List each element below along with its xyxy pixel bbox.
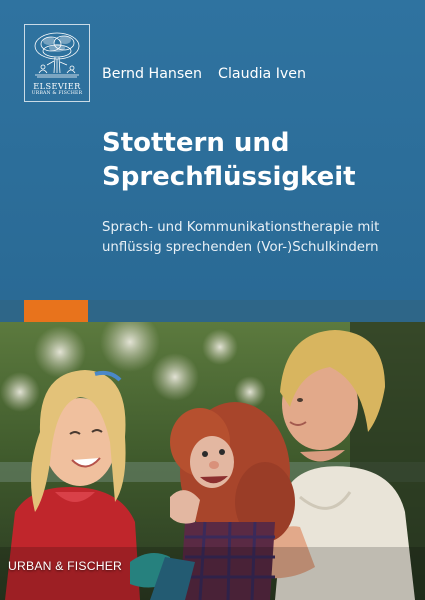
subtitle-line: unflüssig sprechenden (Vor-)Schulkindern — [102, 240, 379, 255]
book-cover: ELSEVIER URBAN & FISCHER Bernd Hansen Cl… — [0, 0, 425, 600]
author-name: Bernd Hansen — [102, 66, 203, 82]
title-line: Stottern und — [102, 128, 290, 158]
book-subtitle: Sprach- und Kommunikationstherapie mit u… — [102, 218, 420, 258]
accent-bar — [24, 300, 88, 322]
publisher-imprint: URBAN & FISCHER — [8, 559, 123, 573]
tree-icon — [34, 32, 80, 78]
title-line: Sprechflüssigkeit — [102, 162, 356, 192]
publisher-logo: ELSEVIER URBAN & FISCHER — [24, 24, 90, 102]
author-list: Bernd Hansen Claudia Iven — [102, 66, 306, 86]
cover-header-panel: ELSEVIER URBAN & FISCHER Bernd Hansen Cl… — [0, 0, 425, 300]
subtitle-line: Sprach- und Kommunikationstherapie mit — [102, 220, 380, 235]
book-title: Stottern und Sprechflüssigkeit — [102, 126, 412, 194]
logo-wordmark: ELSEVIER — [33, 81, 81, 91]
logo-imprint: URBAN & FISCHER — [31, 91, 83, 97]
author-name: Claudia Iven — [218, 66, 307, 82]
